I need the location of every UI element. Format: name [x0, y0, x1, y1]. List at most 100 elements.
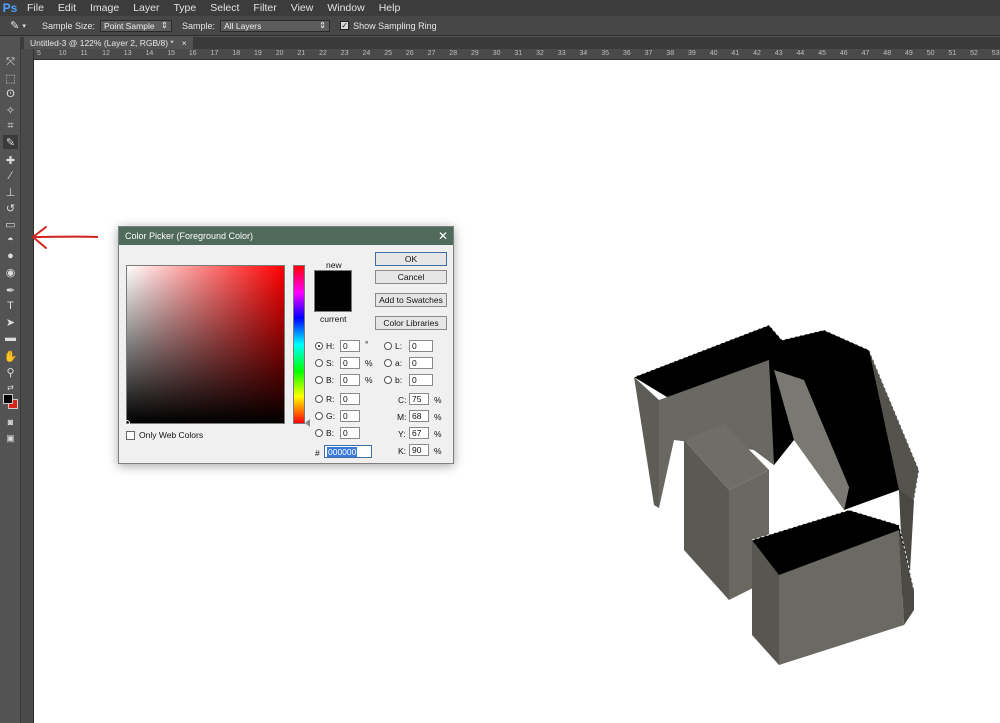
dialog-title-bar[interactable]: Color Picker (Foreground Color) ✕	[119, 227, 453, 245]
clone-stamp-tool-icon[interactable]: ⊥	[3, 185, 18, 199]
options-bar: ✎ ▾ Sample Size: Point Sample ⇕ Sample: Al…	[0, 16, 1000, 36]
menu-view[interactable]: View	[284, 2, 321, 14]
lightness-radio[interactable]	[384, 342, 392, 350]
close-icon[interactable]: ✕	[433, 229, 453, 243]
path-selection-tool-icon[interactable]: ➤	[3, 315, 18, 329]
healing-brush-tool-icon[interactable]: ✚	[3, 153, 18, 167]
eyedropper-tool-icon[interactable]: ✎	[3, 135, 18, 149]
ruler-tick-label: 42	[753, 50, 761, 57]
menu-layer[interactable]: Layer	[126, 2, 166, 14]
ruler-tick-label: 27	[427, 50, 436, 57]
ruler-tick-label: 16	[188, 50, 197, 57]
brightness-input[interactable]: 0	[340, 374, 360, 386]
menu-window[interactable]: Window	[320, 2, 371, 14]
menu-image[interactable]: Image	[83, 2, 126, 14]
red-radio[interactable]	[315, 395, 323, 403]
type-tool-icon[interactable]: T	[3, 299, 18, 313]
saturation-brightness-field[interactable]	[124, 265, 285, 426]
document-tab[interactable]: Untitled-3 @ 122% (Layer 2, RGB/8) * ×	[24, 37, 193, 49]
color-libraries-button[interactable]: Color Libraries	[375, 316, 447, 330]
foreground-color-swatch[interactable]	[3, 394, 13, 404]
tool-preset-picker[interactable]: ✎ ▾	[0, 19, 36, 32]
b-channel-input[interactable]: 0	[409, 374, 433, 386]
black-input[interactable]: 90	[409, 444, 429, 456]
blue-input[interactable]: 0	[340, 427, 360, 439]
quick-mask-icon[interactable]: ◙	[3, 415, 18, 429]
ruler-tick-label: 21	[297, 50, 306, 57]
sample-select[interactable]: All Layers ⇕	[220, 19, 331, 32]
dodge-tool-icon[interactable]: ◉	[3, 265, 18, 279]
cancel-button[interactable]: Cancel	[375, 270, 447, 284]
b-channel-radio[interactable]	[384, 376, 392, 384]
brightness-radio[interactable]	[315, 376, 323, 384]
percent-unit: %	[365, 375, 373, 385]
menu-help[interactable]: Help	[372, 2, 408, 14]
magic-wand-tool-icon[interactable]: ✧	[3, 103, 18, 117]
red-input[interactable]: 0	[340, 393, 360, 405]
brush-tool-icon[interactable]: ∕	[3, 169, 18, 183]
move-tool-icon[interactable]: ⤧	[3, 55, 18, 69]
crop-tool-icon[interactable]: ⌗	[3, 119, 18, 133]
a-channel-radio[interactable]	[384, 359, 392, 367]
menu-select[interactable]: Select	[203, 2, 246, 14]
ruler-tick-label: 31	[514, 50, 523, 57]
close-icon[interactable]: ×	[182, 38, 187, 48]
yellow-input[interactable]: 67	[409, 427, 429, 439]
magenta-input[interactable]: 68	[409, 410, 429, 422]
cyan-input[interactable]: 75	[409, 393, 429, 405]
hand-tool-icon[interactable]: ✋	[3, 349, 18, 363]
eyedropper-icon: ✎	[10, 20, 20, 32]
hue-slider[interactable]	[293, 265, 310, 427]
only-web-colors-checkbox[interactable]	[126, 431, 135, 440]
ruler-tick-label: 47	[861, 50, 870, 57]
ok-button[interactable]: OK	[375, 252, 447, 266]
paint-bucket-tool-icon[interactable]: ◓	[3, 233, 18, 247]
saturation-radio[interactable]	[315, 359, 323, 367]
lasso-tool-icon[interactable]: ʘ	[3, 87, 18, 101]
ruler-tick-label: 45	[818, 50, 826, 57]
menu-type[interactable]: Type	[166, 2, 203, 14]
add-to-swatches-button[interactable]: Add to Swatches	[375, 293, 447, 307]
screen-mode-icon[interactable]: ▣	[3, 431, 18, 445]
blue-radio[interactable]	[315, 429, 323, 437]
saturation-input[interactable]: 0	[340, 357, 360, 369]
ruler-tick-label: 17	[210, 50, 219, 57]
menu-filter[interactable]: Filter	[246, 2, 283, 14]
hex-input[interactable]: 000000	[324, 445, 372, 458]
blur-tool-icon[interactable]: ●	[3, 249, 18, 263]
show-sampling-ring-checkbox[interactable]: ✓	[340, 21, 350, 30]
ruler-tick-label: 37	[644, 50, 653, 57]
a-channel-input[interactable]: 0	[409, 357, 433, 369]
hue-slider-handle[interactable]	[305, 419, 310, 427]
zoom-tool-icon[interactable]: ⚲	[3, 365, 18, 379]
history-brush-tool-icon[interactable]: ↺	[3, 201, 18, 215]
current-label: current	[320, 314, 347, 324]
ruler-tick-label: 32	[536, 50, 544, 57]
red-label: R:	[326, 394, 335, 404]
ruler-tick-label: 50	[926, 50, 935, 57]
ruler-tick-label: 18	[232, 50, 241, 57]
ruler-tick-label: 36	[622, 50, 631, 57]
sample-size-select[interactable]: Point Sample ⇕	[100, 19, 173, 32]
marquee-tool-icon[interactable]: ⬚	[3, 71, 18, 85]
percent-unit: %	[434, 395, 442, 405]
percent-unit: %	[434, 412, 442, 422]
eraser-tool-icon[interactable]: ▭	[3, 217, 18, 231]
lightness-input[interactable]: 0	[409, 340, 433, 352]
pen-tool-icon[interactable]: ✒	[3, 283, 18, 297]
hue-label: H:	[326, 341, 335, 351]
menu-file[interactable]: File	[20, 2, 51, 14]
ruler-tick-label: 15	[167, 50, 175, 57]
ruler-tick-label: 33	[557, 50, 566, 57]
swap-colors-icon[interactable]: ⇄	[3, 380, 18, 394]
color-field-marker	[124, 420, 130, 426]
dialog-title: Color Picker (Foreground Color)	[125, 231, 254, 241]
hue-radio[interactable]	[315, 342, 323, 350]
green-input[interactable]: 0	[340, 410, 360, 422]
a-channel-label: a:	[395, 358, 403, 368]
rectangle-tool-icon[interactable]: ▬	[3, 331, 18, 345]
hue-input[interactable]: 0	[340, 340, 360, 352]
menu-edit[interactable]: Edit	[51, 2, 83, 14]
ruler-tick-label: 41	[731, 50, 740, 57]
green-radio[interactable]	[315, 412, 323, 420]
